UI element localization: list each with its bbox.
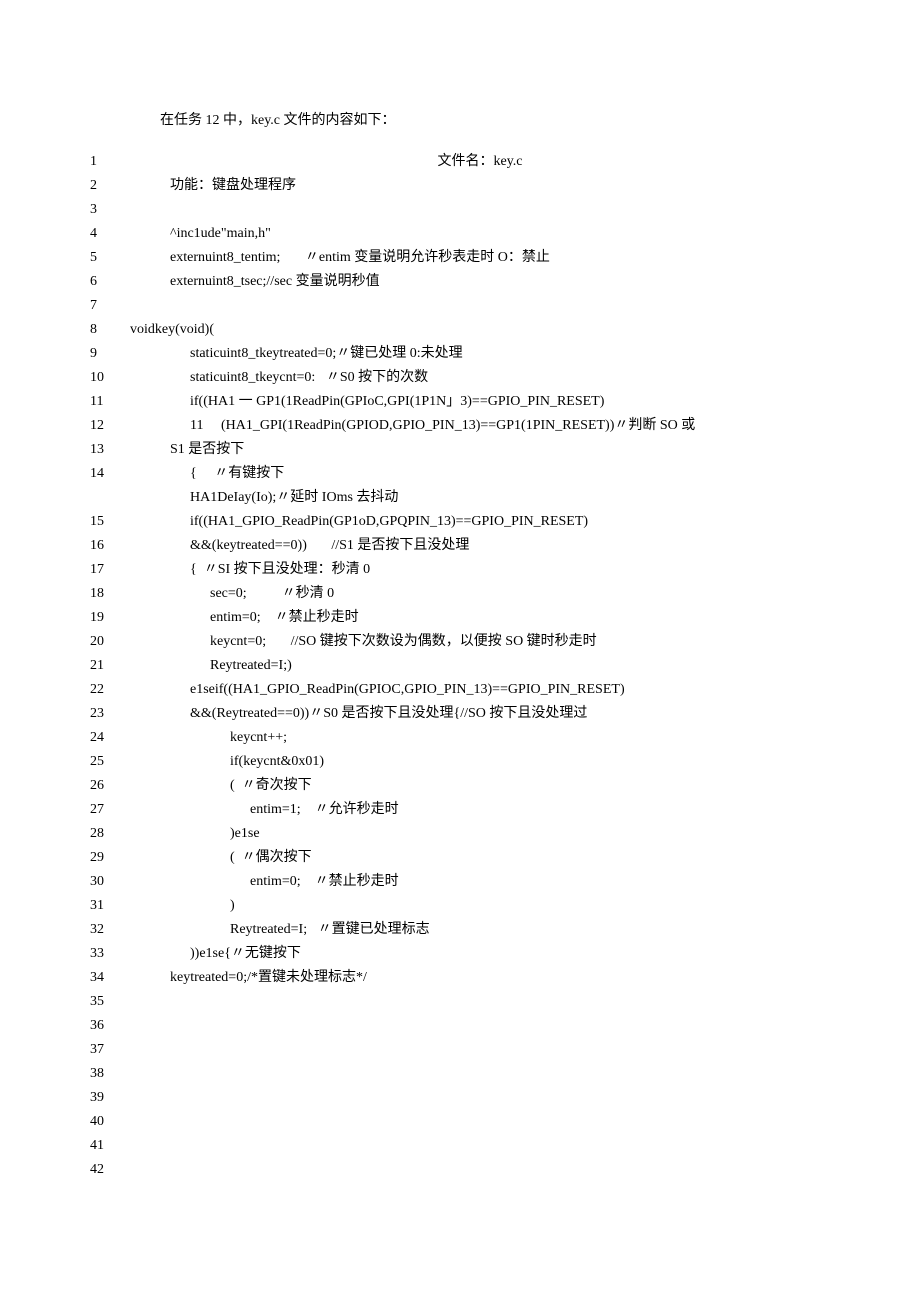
code-line: Reytreated=I; 〃置键已处理标志 xyxy=(130,918,830,942)
line-number: 25 xyxy=(90,750,130,774)
line-number: 30 xyxy=(90,870,130,894)
code-line: entim=0; 〃禁止秒走时 xyxy=(130,870,830,894)
code-line xyxy=(130,294,830,318)
line-number: 21 xyxy=(90,654,130,678)
line-number: 34 xyxy=(90,966,130,990)
line-number: 22 xyxy=(90,678,130,702)
line-number: 38 xyxy=(90,1062,130,1086)
code-line xyxy=(130,1182,830,1206)
code-line: { 〃有键按下 xyxy=(130,462,830,486)
code-line: 功能：键盘处理程序 xyxy=(130,174,830,198)
line-number: 13 xyxy=(90,438,130,462)
line-number: 23 xyxy=(90,702,130,726)
code-line: if((HA1 一 GP1(1ReadPin(GPIoC,GPI(1P1N」3)… xyxy=(130,390,830,414)
code-line: keycnt++; xyxy=(130,726,830,750)
code-line xyxy=(130,990,830,1014)
code-line: ))e1se{〃无键按下 xyxy=(130,942,830,966)
line-number: 40 xyxy=(90,1110,130,1134)
line-number: 8 xyxy=(90,318,130,342)
code-line: 11 (HA1_GPI(1ReadPin(GPIOD,GPIO_PIN_13)=… xyxy=(130,414,830,438)
code-line xyxy=(130,1062,830,1086)
code-line xyxy=(130,1014,830,1038)
code-line: sec=0; 〃秒清 0 xyxy=(130,582,830,606)
code-line xyxy=(130,1038,830,1062)
code-line: { 〃SI 按下且没处理：秒清 0 xyxy=(130,558,830,582)
line-number: 37 xyxy=(90,1038,130,1062)
line-number: 12 xyxy=(90,414,130,438)
line-number: 36 xyxy=(90,1014,130,1038)
code-line: if(keycnt&0x01) xyxy=(130,750,830,774)
code-line: ^inc1ude"main,h" xyxy=(130,222,830,246)
line-number: 26 xyxy=(90,774,130,798)
code-line: externuint8_tsec;//sec 变量说明秒值 xyxy=(130,270,830,294)
line-number-gutter: 1 2 3 4 5 6 7 8 9 10 11 12 13 14 15 16 1… xyxy=(90,150,130,1206)
line-number: 20 xyxy=(90,630,130,654)
code-line: HA1DeIay(Io);〃延时 IOms 去抖动 xyxy=(130,486,830,510)
line-number: 41 xyxy=(90,1134,130,1158)
line-number: 35 xyxy=(90,990,130,1014)
line-number: 17 xyxy=(90,558,130,582)
code-line: Reytreated=I;) xyxy=(130,654,830,678)
line-number: 14 xyxy=(90,462,130,486)
line-number: 16 xyxy=(90,534,130,558)
code-listing: 1 2 3 4 5 6 7 8 9 10 11 12 13 14 15 16 1… xyxy=(90,150,830,1206)
intro-text: 在任务 12 中，key.c 文件的内容如下： xyxy=(160,110,830,132)
line-number: 2 xyxy=(90,174,130,198)
code-line xyxy=(130,1134,830,1158)
line-number: 3 xyxy=(90,198,130,222)
line-number: 42 xyxy=(90,1158,130,1182)
code-line: &&(keytreated==0)) //S1 是否按下且没处理 xyxy=(130,534,830,558)
code-line: 文件名：key.c xyxy=(130,150,830,174)
line-number xyxy=(90,486,130,510)
code-line: entim=1; 〃允许秒走时 xyxy=(130,798,830,822)
line-number: 28 xyxy=(90,822,130,846)
code-line: S1 是否按下 xyxy=(130,438,830,462)
line-number: 6 xyxy=(90,270,130,294)
code-line: staticuint8_tkeycnt=0: 〃S0 按下的次数 xyxy=(130,366,830,390)
code-line: ( 〃奇次按下 xyxy=(130,774,830,798)
line-number: 33 xyxy=(90,942,130,966)
line-number: 1 xyxy=(90,150,130,174)
line-number: 5 xyxy=(90,246,130,270)
line-number: 9 xyxy=(90,342,130,366)
code-line: ) xyxy=(130,894,830,918)
line-number: 11 xyxy=(90,390,130,414)
code-line: voidkey(void)( xyxy=(130,318,830,342)
code-line: e1seif((HA1_GPIO_ReadPin(GPIOC,GPIO_PIN_… xyxy=(130,678,830,702)
line-number: 15 xyxy=(90,510,130,534)
code-line: staticuint8_tkeytreated=0;〃键已处理 0:未处理 xyxy=(130,342,830,366)
line-number: 4 xyxy=(90,222,130,246)
code-line xyxy=(130,1110,830,1134)
code-body: 文件名：key.c 功能：键盘处理程序 ^inc1ude"main,h" ext… xyxy=(130,150,830,1206)
code-line xyxy=(130,1086,830,1110)
code-line: keycnt=0; //SO 键按下次数设为偶数，以便按 SO 键时秒走时 xyxy=(130,630,830,654)
line-number: 29 xyxy=(90,846,130,870)
line-number: 18 xyxy=(90,582,130,606)
code-line: externuint8_tentim; 〃entim 变量说明允许秒表走时 O：… xyxy=(130,246,830,270)
code-line: keytreated=0;/*置键未处理标志*/ xyxy=(130,966,830,990)
code-line: )e1se xyxy=(130,822,830,846)
line-number: 27 xyxy=(90,798,130,822)
code-line: &&(Reytreated==0))〃S0 是否按下且没处理{//SO 按下且没… xyxy=(130,702,830,726)
line-number: 10 xyxy=(90,366,130,390)
line-number: 32 xyxy=(90,918,130,942)
code-line xyxy=(130,1158,830,1182)
line-number: 31 xyxy=(90,894,130,918)
code-line: if((HA1_GPIO_ReadPin(GP1oD,GPQPIN_13)==G… xyxy=(130,510,830,534)
line-number: 39 xyxy=(90,1086,130,1110)
line-number: 19 xyxy=(90,606,130,630)
line-number: 24 xyxy=(90,726,130,750)
code-line: entim=0; 〃禁止秒走时 xyxy=(130,606,830,630)
code-line: ( 〃偶次按下 xyxy=(130,846,830,870)
line-number: 7 xyxy=(90,294,130,318)
code-line xyxy=(130,198,830,222)
